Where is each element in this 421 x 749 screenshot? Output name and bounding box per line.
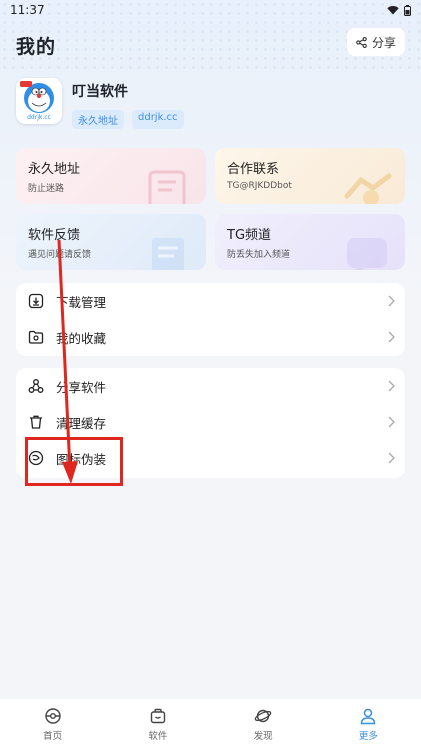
chevron-right-icon (388, 380, 395, 392)
share-label: 分享 (371, 35, 396, 50)
app-profile: ddrjk.cc 叮当软件 永久地址 ddrjk.cc (16, 78, 184, 129)
list-item-download-manager[interactable]: 下载管理 (16, 283, 405, 319)
handshake-deco-icon (344, 173, 392, 204)
list-label: 我的收藏 (56, 330, 107, 346)
favorites-folder-icon (28, 329, 44, 345)
status-icons (387, 4, 411, 16)
tag-permanent-address[interactable]: 永久地址 (72, 110, 124, 129)
card-permanent-address[interactable]: 永久地址 防止迷路 (16, 148, 206, 204)
app-name: 叮当软件 (72, 84, 128, 100)
bottom-tab-bar: 首页 软件 发现 更多 (0, 699, 421, 749)
tab-label: 首页 (43, 730, 63, 742)
tab-label: 发现 (253, 730, 273, 742)
wifi-icon (387, 6, 399, 15)
message-deco-icon (347, 238, 387, 270)
card-tg-channel[interactable]: TG频道 防丢失加入频道 (215, 214, 405, 270)
trash-icon (28, 414, 44, 430)
tag-row: 永久地址 ddrjk.cc (72, 110, 184, 129)
list-label: 下载管理 (56, 294, 107, 310)
planet-icon (254, 709, 272, 722)
card-feedback[interactable]: 软件反馈 遇见问题请反馈 (16, 214, 206, 270)
chevron-right-icon (388, 295, 395, 307)
battery-icon (404, 4, 411, 16)
tag-domain[interactable]: ddrjk.cc (132, 110, 184, 129)
chevron-right-icon (388, 331, 395, 343)
chevron-right-icon (388, 452, 395, 464)
card-cooperation-contact[interactable]: 合作联系 TG@RJKDDbot (215, 148, 405, 204)
list-item-my-favorites[interactable]: 我的收藏 (16, 319, 405, 355)
share-button[interactable]: 分享 (346, 28, 405, 56)
app-info: 叮当软件 永久地址 ddrjk.cc (72, 78, 184, 129)
clipboard-deco-icon (152, 238, 184, 270)
annotation-highlight-box (25, 437, 123, 486)
share-icon (356, 36, 367, 48)
home-icon (44, 707, 61, 724)
software-bag-icon (150, 708, 166, 723)
tab-software[interactable]: 软件 (128, 707, 188, 742)
list-label: 清理缓存 (56, 415, 107, 431)
user-icon (361, 708, 376, 724)
document-deco-icon (148, 170, 186, 204)
logo-text: ddrjk.cc (27, 114, 51, 121)
download-icon (28, 293, 44, 309)
list-item-share-software[interactable]: 分享软件 (16, 368, 405, 404)
list-group-downloads: 下载管理 我的收藏 (16, 283, 405, 356)
app-logo[interactable]: ddrjk.cc (16, 78, 62, 124)
tab-label: 更多 (358, 730, 378, 742)
chevron-right-icon (388, 416, 395, 428)
header: 我的 分享 (16, 28, 405, 58)
tab-label: 软件 (148, 730, 168, 742)
share-nodes-icon (28, 378, 44, 394)
list-label: 分享软件 (56, 379, 107, 395)
status-time: 11:37 (10, 3, 45, 17)
list-item-clear-cache[interactable]: 清理缓存 (16, 404, 405, 440)
tab-more[interactable]: 更多 (338, 707, 398, 742)
tab-discover[interactable]: 发现 (233, 707, 293, 742)
status-bar: 11:37 (0, 0, 421, 20)
tab-home[interactable]: 首页 (23, 707, 83, 742)
